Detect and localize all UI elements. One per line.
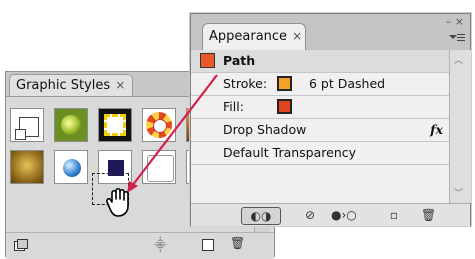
drag-arrow-overlay [127,74,218,193]
drag-arrow-line [131,74,218,187]
grab-hand-cursor-icon [106,187,129,217]
